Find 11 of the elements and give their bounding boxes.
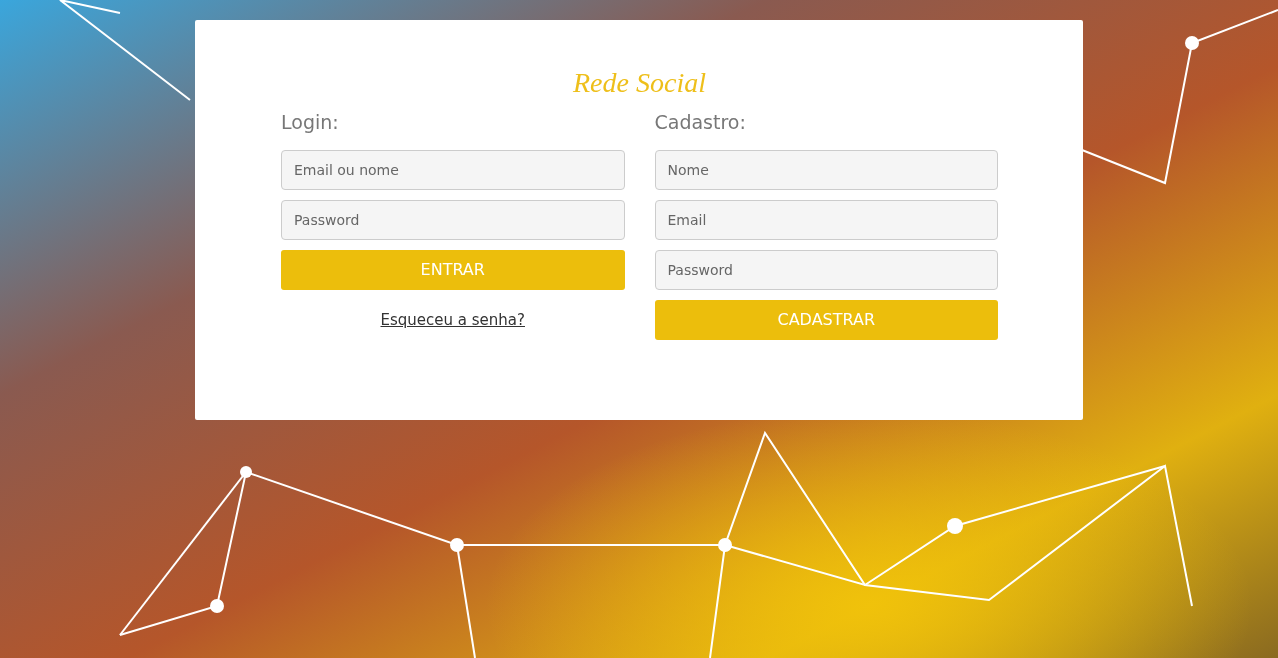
site-title: Rede Social — [572, 66, 707, 100]
input-field[interactable]: Password — [654, 250, 998, 291]
section-heading: Cadastro: — [654, 109, 747, 135]
input-field[interactable]: Password — [281, 200, 625, 241]
section-heading: Login: — [281, 109, 340, 135]
signup-button[interactable]: CADASTRAR — [654, 300, 998, 341]
input-field[interactable]: Nome — [654, 150, 998, 191]
login-button[interactable]: ENTRAR — [281, 250, 625, 291]
input-field[interactable]: Email — [654, 200, 998, 241]
input-field[interactable]: Email ou nome — [281, 150, 625, 191]
forgot-password-link[interactable]: Esqueceu a senha? — [380, 311, 525, 330]
